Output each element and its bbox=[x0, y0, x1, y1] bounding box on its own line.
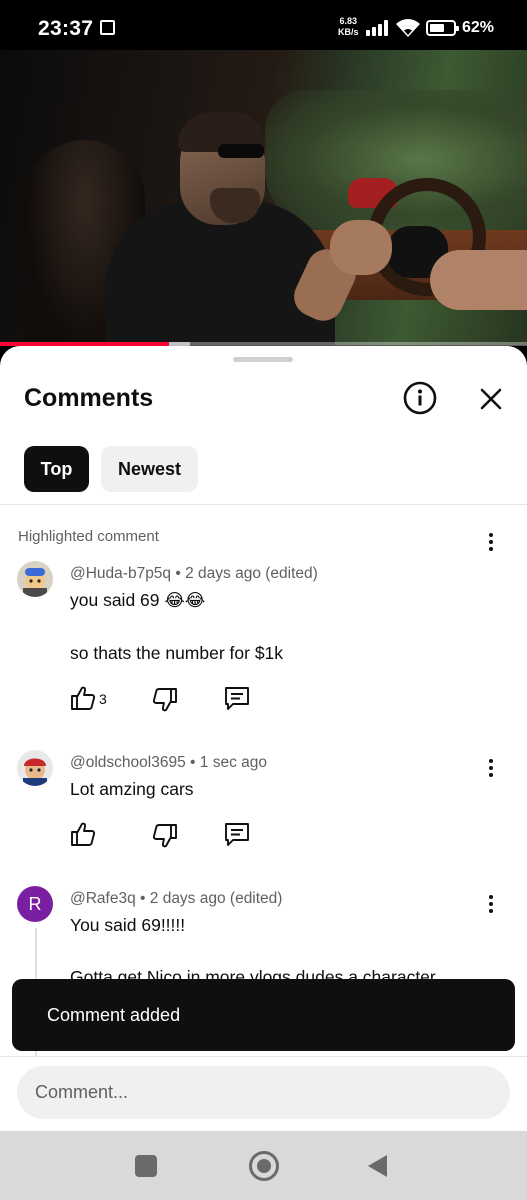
like-count: 3 bbox=[99, 691, 107, 707]
filter-chip-newest[interactable]: Newest bbox=[101, 446, 198, 492]
screen-record-icon bbox=[100, 20, 115, 35]
comment-meta: @oldschool3695 • 1 sec ago bbox=[70, 754, 267, 772]
reply-icon[interactable] bbox=[224, 685, 250, 711]
more-options-icon[interactable] bbox=[479, 756, 503, 780]
battery-fill bbox=[430, 24, 444, 32]
toast-comment-added: Comment added bbox=[12, 979, 515, 1051]
comment-text-line: so thats the number for $1k bbox=[70, 643, 284, 663]
comment-time: 1 sec ago bbox=[199, 754, 267, 771]
status-time: 23:37 bbox=[38, 17, 94, 40]
more-options-icon[interactable] bbox=[479, 892, 503, 916]
screen: 23:37 6.83 KB/s 62% Comments Top Newest … bbox=[0, 0, 527, 1200]
comment-author[interactable]: @Huda-b7p5q bbox=[70, 565, 171, 582]
comment-meta: @Rafe3q • 2 days ago (edited) bbox=[70, 890, 282, 908]
battery-percent: 62% bbox=[462, 19, 495, 36]
comment-text-line: you said 69 😂😂 bbox=[70, 590, 206, 610]
comment-text-line: Lot amzing cars bbox=[70, 779, 194, 799]
wifi-icon bbox=[396, 19, 420, 37]
like-icon[interactable] bbox=[70, 821, 96, 847]
comment-meta: @Huda-b7p5q • 2 days ago (edited) bbox=[70, 565, 318, 583]
battery-icon bbox=[426, 20, 459, 36]
comment-input[interactable]: Comment... bbox=[17, 1066, 510, 1119]
info-icon[interactable] bbox=[402, 380, 438, 416]
avatar[interactable] bbox=[17, 750, 53, 786]
meta-separator: • bbox=[135, 890, 150, 907]
avatar[interactable] bbox=[17, 561, 53, 597]
video-scene-sunglasses bbox=[218, 144, 264, 158]
back-button[interactable] bbox=[368, 1155, 387, 1177]
meta-separator: • bbox=[171, 565, 186, 582]
home-button[interactable] bbox=[249, 1151, 279, 1181]
comment-text-line: You said 69!!!!! bbox=[70, 915, 186, 935]
video-player[interactable] bbox=[0, 50, 527, 345]
close-icon[interactable] bbox=[474, 382, 508, 416]
dislike-icon[interactable] bbox=[152, 687, 178, 713]
video-scene-hand-right bbox=[430, 250, 527, 310]
filter-chip-top[interactable]: Top bbox=[24, 446, 89, 492]
like-icon[interactable] bbox=[70, 685, 96, 711]
comment-time: 2 days ago (edited) bbox=[185, 565, 318, 582]
video-scene-hand-left bbox=[330, 220, 392, 275]
comment-input-area: Comment... bbox=[0, 1056, 527, 1131]
status-bar: 23:37 6.83 KB/s 62% bbox=[0, 0, 527, 50]
divider bbox=[0, 504, 527, 505]
avatar[interactable]: R bbox=[17, 886, 53, 922]
dislike-icon[interactable] bbox=[152, 823, 178, 849]
drag-handle[interactable] bbox=[233, 357, 293, 362]
meta-separator: • bbox=[185, 754, 200, 771]
comment-time: 2 days ago (edited) bbox=[149, 890, 283, 907]
comment-author[interactable]: @Rafe3q bbox=[70, 890, 136, 907]
reply-icon[interactable] bbox=[224, 821, 250, 847]
signal-icon bbox=[366, 20, 388, 36]
more-options-icon[interactable] bbox=[479, 530, 503, 554]
network-speed-value: 6.83 bbox=[339, 16, 358, 26]
network-speed: 6.83 KB/s bbox=[338, 16, 359, 38]
recent-apps-button[interactable] bbox=[135, 1155, 157, 1177]
highlighted-comment-label: Highlighted comment bbox=[18, 528, 159, 545]
comments-title: Comments bbox=[24, 384, 154, 412]
system-nav-bar bbox=[0, 1131, 527, 1200]
network-speed-unit: KB/s bbox=[338, 27, 359, 37]
comment-author[interactable]: @oldschool3695 bbox=[70, 754, 186, 771]
